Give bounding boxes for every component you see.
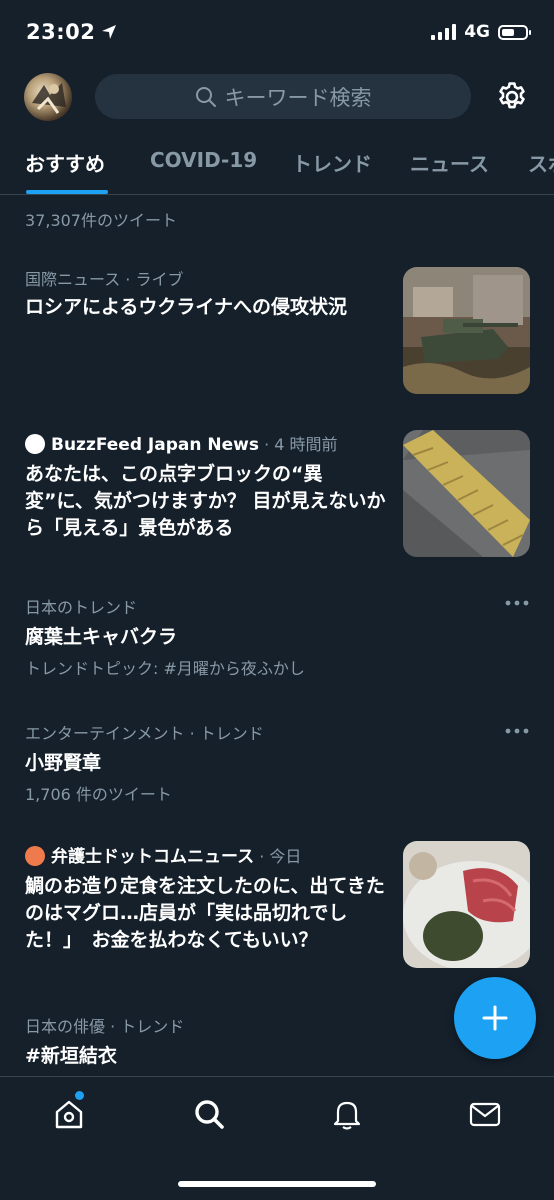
category-label: 国際ニュース — [25, 270, 121, 289]
item-title: #新垣結衣 — [25, 1045, 117, 1067]
home-icon[interactable] — [52, 1097, 86, 1131]
tab-bar: おすすめ COVID-19 トレンド ニュース スポ — [0, 140, 554, 195]
source-time: · 4 時間前 — [264, 435, 338, 454]
trend-item[interactable]: 日本の俳優 · トレンド #新垣結衣 — [25, 1013, 425, 1070]
gear-icon[interactable] — [495, 80, 529, 114]
tab-covid[interactable]: COVID-19 — [150, 148, 257, 172]
sashimi-image — [403, 841, 530, 968]
avatar[interactable] — [24, 73, 72, 121]
item-category: 日本のトレンド — [25, 598, 138, 617]
item-category: 日本の俳優 · トレンド — [25, 1017, 185, 1036]
home-indicator — [178, 1181, 376, 1187]
source-time: · 今日 — [259, 847, 302, 866]
item-subtitle: 1,706 件のツイート — [25, 785, 172, 804]
status-time: 23:02 — [26, 20, 117, 44]
bottom-navigation — [0, 1076, 554, 1200]
item-title: 腐葉土キャバクラ — [25, 626, 178, 648]
source-name: BuzzFeed Japan News — [51, 435, 259, 455]
bengo4-logo-icon — [25, 846, 45, 866]
tab-trends[interactable]: トレンド — [292, 148, 372, 177]
more-options-icon[interactable] — [505, 726, 529, 736]
tactile-paving-image — [403, 430, 530, 557]
search-placeholder: キーワード検索 — [224, 85, 372, 110]
signal-icon — [431, 24, 457, 40]
list-item[interactable]: 国際ニュース · ライブ ロシアによるウクライナへの侵攻状況 — [25, 266, 385, 321]
item-category: エンターテインメント · トレンド — [25, 724, 264, 743]
more-options-icon[interactable] — [505, 598, 529, 608]
tab-sports[interactable]: スポ — [528, 148, 554, 177]
mail-icon[interactable] — [468, 1097, 502, 1131]
status-time-text: 23:02 — [26, 20, 96, 44]
item-category: 国際ニュース · ライブ — [25, 266, 385, 290]
tab-recommended[interactable]: おすすめ — [25, 148, 105, 177]
active-tab-indicator — [26, 190, 108, 194]
category-suffix: · ライブ — [125, 270, 184, 289]
item-title: あなたは、この点字ブロックの“異変”に、気がつけますか？ 目が見えないから「見え… — [25, 463, 386, 539]
item-source: 弁護士ドットコムニュース · 今日 — [25, 842, 385, 867]
bell-icon[interactable] — [330, 1097, 364, 1131]
plus-icon — [482, 1005, 508, 1031]
item-source: BuzzFeed Japan News · 4 時間前 — [25, 431, 390, 455]
search-icon — [195, 86, 216, 107]
location-arrow-icon — [102, 25, 117, 39]
battery-icon — [498, 24, 531, 40]
partial-item-count: 37,307件のツイート — [25, 211, 177, 230]
source-name: 弁護士ドットコムニュース — [51, 847, 255, 867]
list-item[interactable]: BuzzFeed Japan News · 4 時間前 あなたは、この点字ブロッ… — [25, 431, 390, 542]
status-indicators: 4G — [431, 22, 531, 42]
item-title: 鯛のお造り定食を注文したのに、出てきたのはマグロ…店員が「実は品切れでした！」 … — [25, 875, 385, 951]
item-thumbnail[interactable] — [403, 430, 530, 557]
list-item[interactable]: 弁護士ドットコムニュース · 今日 鯛のお造り定食を注文したのに、出てきたのはマ… — [25, 842, 385, 954]
tab-news[interactable]: ニュース — [410, 148, 489, 177]
search-input[interactable]: キーワード検索 — [95, 74, 471, 119]
item-thumbnail[interactable] — [403, 841, 530, 968]
tank-image — [403, 267, 530, 394]
item-title: ロシアによるウクライナへの侵攻状況 — [25, 296, 348, 318]
network-label: 4G — [464, 22, 490, 42]
item-subtitle: トレンドトピック: #月曜から夜ふかし — [25, 659, 305, 678]
buzzfeed-logo-icon — [25, 434, 45, 454]
home-notification-dot — [75, 1091, 84, 1100]
trend-item[interactable]: 日本のトレンド 腐葉土キャバクラ トレンドトピック: #月曜から夜ふかし — [25, 594, 485, 679]
trend-item[interactable]: エンターテインメント · トレンド 小野賢章 1,706 件のツイート — [25, 720, 485, 805]
item-title: 小野賢章 — [25, 752, 102, 774]
item-thumbnail[interactable] — [403, 267, 530, 394]
compose-button[interactable] — [454, 977, 536, 1059]
avatar-image — [32, 83, 66, 114]
search-icon[interactable] — [192, 1097, 226, 1131]
